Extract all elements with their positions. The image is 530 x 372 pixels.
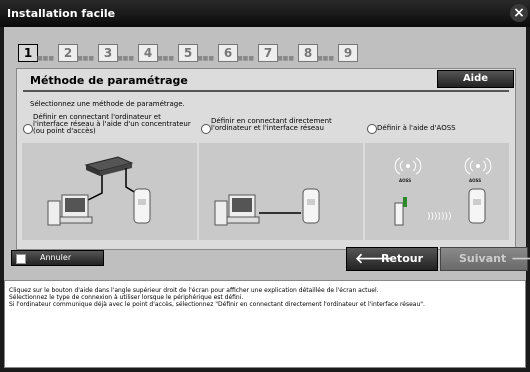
step-8: 8 ■■■ <box>298 44 335 62</box>
divider <box>23 90 509 92</box>
help-line-3: Si l'ordinateur communique déjà avec le … <box>9 301 425 308</box>
step-6: 6 ■■■ <box>218 44 255 62</box>
window-title: Installation facile <box>7 7 116 20</box>
step-1: 1 ■■■ <box>18 44 55 62</box>
aoss-label-left: AOSS <box>399 178 411 183</box>
step-number: 8 <box>298 44 318 62</box>
step-dots: ■■■ <box>37 55 55 62</box>
step-2: 2 ■■■ <box>58 44 95 62</box>
option-hub-label-3: (ou point d'accès) <box>33 127 96 135</box>
step-5: 5 ■■■ <box>178 44 215 62</box>
next-button[interactable]: Suivant 🡒 <box>440 247 530 271</box>
arrow-right-icon: 🡒 <box>511 251 530 267</box>
close-icon[interactable]: × <box>510 4 528 22</box>
instruction-text: Sélectionnez une méthode de paramétrage. <box>30 100 185 108</box>
radio-direct[interactable] <box>201 124 211 134</box>
step-number: 2 <box>58 44 78 62</box>
option-direct-label-2: l'ordinateur et l'interface réseau <box>211 124 324 132</box>
back-label: Retour <box>381 252 424 265</box>
help-line-2: Sélectionnez le type de connexion à util… <box>9 294 244 301</box>
step-number: 3 <box>98 44 118 62</box>
step-number: 9 <box>338 44 358 62</box>
step-number: 4 <box>138 44 158 62</box>
radio-hub[interactable] <box>23 124 33 134</box>
step-number: 6 <box>218 44 238 62</box>
direct-illustration[interactable] <box>199 143 363 240</box>
step-dots: ■■■ <box>237 55 255 62</box>
step-dots: ■■■ <box>317 55 335 62</box>
step-dots: ■■■ <box>157 55 175 62</box>
checkbox-icon <box>16 254 26 264</box>
cancel-button[interactable]: Annuler <box>11 250 104 266</box>
radio-aoss[interactable] <box>367 124 377 134</box>
hub-illustration[interactable] <box>22 143 197 240</box>
aoss-illustration[interactable]: AOSS AOSS ))))))) <box>365 143 509 240</box>
step-number: 1 <box>18 44 38 62</box>
step-dots: ■■■ <box>77 55 95 62</box>
aoss-wireless-icon: AOSS AOSS ))))))) <box>394 157 492 226</box>
option-aoss-label: Définir à l'aide d'AOSS <box>377 124 456 132</box>
step-7: 7 ■■■ <box>258 44 295 62</box>
step-dots: ■■■ <box>197 55 215 62</box>
step-dots: ■■■ <box>277 55 295 62</box>
hub-network-icon <box>47 156 151 226</box>
signal-arrows: ))))))) <box>427 212 452 222</box>
step-9: 9 <box>338 44 372 62</box>
help-line-1: Cliquez sur le bouton d'aide dans l'angl… <box>9 287 379 294</box>
direct-connection-icon <box>214 188 320 226</box>
step-number: 5 <box>178 44 198 62</box>
help-button[interactable]: Aide <box>437 70 514 88</box>
help-text-area: Cliquez sur le bouton d'aide dans l'angl… <box>4 280 526 368</box>
step-number: 7 <box>258 44 278 62</box>
step-dots: ■■■ <box>117 55 135 62</box>
method-panel: Méthode de paramétrage Aide Sélectionnez… <box>16 68 516 250</box>
step-3: 3 ■■■ <box>98 44 135 62</box>
step-4: 4 ■■■ <box>138 44 175 62</box>
title-bar: Installation facile × <box>0 0 530 27</box>
aoss-label-right: AOSS <box>469 178 481 183</box>
button-bar: Annuler 🡐 Retour Suivant 🡒 <box>4 247 530 276</box>
next-label: Suivant <box>459 252 507 265</box>
cancel-label: Annuler <box>40 253 72 262</box>
back-button[interactable]: 🡐 Retour <box>346 247 438 271</box>
panel-title: Méthode de paramétrage <box>30 74 188 87</box>
